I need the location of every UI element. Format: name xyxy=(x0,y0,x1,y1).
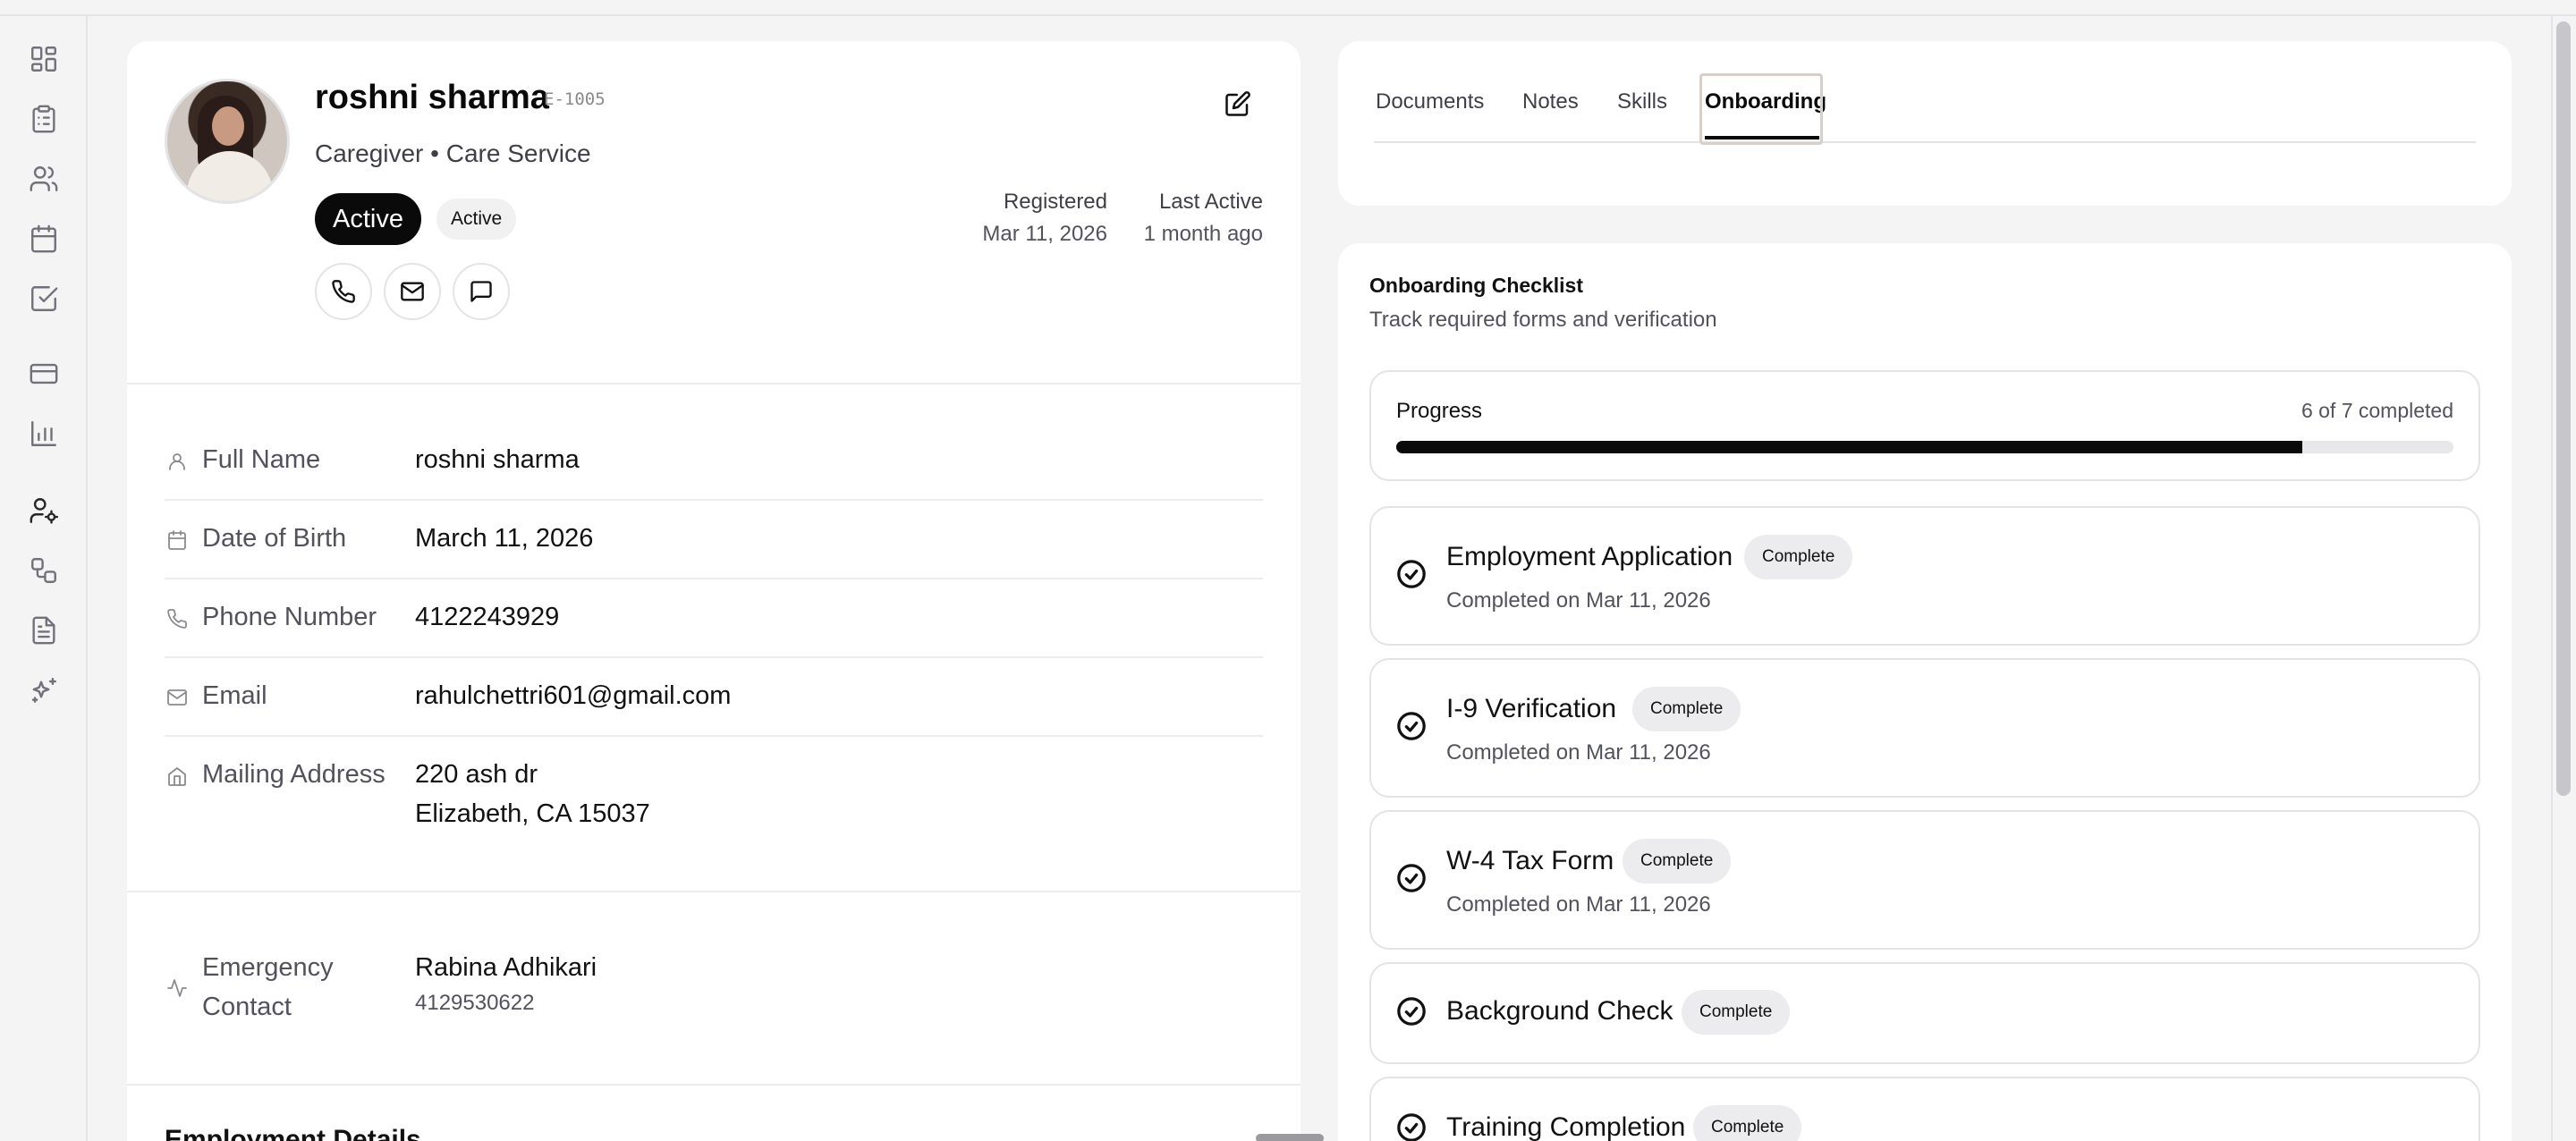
calendar-icon[interactable] xyxy=(26,221,62,257)
emergency-label-line-1: Emergency xyxy=(202,953,334,982)
status-badge: Complete xyxy=(1623,839,1732,883)
registered-value: Mar 11, 2026 xyxy=(982,222,1107,246)
checklist-item[interactable] xyxy=(1369,810,2480,950)
section-divider xyxy=(127,1084,1301,1086)
check-circle-icon xyxy=(1396,996,1427,1027)
last-active-value: 1 month ago xyxy=(1143,222,1263,246)
mail-icon xyxy=(165,685,190,710)
phone-label: Phone Number xyxy=(202,603,377,631)
phone-value: 4122243929 xyxy=(415,603,560,631)
checklist-item[interactable] xyxy=(1369,506,2480,646)
checklist-item-title: Training Completion xyxy=(1446,1112,1686,1141)
check-circle-icon xyxy=(1396,711,1427,741)
document-icon[interactable] xyxy=(26,613,62,648)
users-icon[interactable] xyxy=(26,161,62,197)
row-divider xyxy=(165,735,1263,737)
calendar-icon xyxy=(165,528,190,553)
sidebar xyxy=(0,16,88,1141)
vertical-scrollbar-thumb[interactable] xyxy=(2556,21,2571,796)
status-badge-secondary: Active xyxy=(436,199,517,240)
call-button[interactable] xyxy=(315,263,372,320)
progress-bar xyxy=(1396,441,2453,453)
status-badge-primary: Active xyxy=(315,193,421,245)
tabs-divider xyxy=(1374,141,2476,143)
tab-notes[interactable]: Notes xyxy=(1522,89,1579,114)
dob-label: Date of Birth xyxy=(202,524,347,553)
section-divider xyxy=(127,891,1301,892)
status-badge: Complete xyxy=(1632,687,1741,731)
check-circle-icon xyxy=(1396,559,1427,589)
phone-icon xyxy=(165,606,190,631)
checklist-title: Onboarding Checklist xyxy=(1369,274,1583,297)
employment-details-heading: Employment Details xyxy=(165,1125,421,1141)
checklist-item-title: I-9 Verification xyxy=(1446,694,1617,723)
horizontal-scrollbar-thumb[interactable] xyxy=(1256,1134,1324,1141)
check-circle-icon xyxy=(1396,1112,1427,1141)
checklist-item[interactable] xyxy=(1369,658,2480,798)
tab-focus-ring xyxy=(1699,73,1823,145)
message-button[interactable] xyxy=(453,263,510,320)
row-divider xyxy=(165,499,1263,501)
full-name-label: Full Name xyxy=(202,445,321,474)
address-line-1: 220 ash dr xyxy=(415,760,538,789)
row-divider xyxy=(165,656,1263,658)
emergency-label-line-2: Contact xyxy=(202,993,292,1021)
dob-value: March 11, 2026 xyxy=(415,524,594,553)
avatar xyxy=(165,79,290,204)
activity-icon xyxy=(165,976,190,1001)
check-circle-icon xyxy=(1396,863,1427,893)
emergency-contact-name: Rabina Adhikari xyxy=(415,953,597,982)
emergency-contact-phone: 4129530622 xyxy=(415,991,535,1015)
tabs-card xyxy=(1338,41,2512,206)
full-name-value: roshni sharma xyxy=(415,445,580,474)
clipboard-icon[interactable] xyxy=(26,101,62,137)
dashboard-icon[interactable] xyxy=(26,41,62,77)
user-settings-icon[interactable] xyxy=(26,493,62,528)
last-active-label: Last Active xyxy=(1158,190,1263,214)
sparkles-icon[interactable] xyxy=(26,672,62,708)
edit-icon xyxy=(1225,91,1250,116)
section-divider xyxy=(127,383,1301,385)
top-bar xyxy=(0,0,2576,16)
email-button[interactable] xyxy=(384,263,441,320)
progress-count: 6 of 7 completed xyxy=(2301,399,2453,422)
checklist-item-date: Completed on Mar 11, 2026 xyxy=(1446,740,1711,765)
row-divider xyxy=(165,578,1263,579)
progress-box xyxy=(1369,370,2480,481)
status-badge: Complete xyxy=(1744,535,1853,579)
email-value: rahulchettri601@gmail.com xyxy=(415,681,732,710)
checklist-subtitle: Track required forms and verification xyxy=(1369,308,1717,332)
address-label: Mailing Address xyxy=(202,760,386,789)
checklist-item-date: Completed on Mar 11, 2026 xyxy=(1446,892,1711,917)
checklist-item-date: Completed on Mar 11, 2026 xyxy=(1446,588,1711,613)
progress-bar-fill xyxy=(1396,441,2302,453)
credit-card-icon[interactable] xyxy=(26,356,62,392)
status-badge: Complete xyxy=(1693,1105,1802,1141)
mail-icon xyxy=(401,282,424,301)
message-icon xyxy=(470,281,492,302)
user-icon xyxy=(165,449,190,474)
email-label: Email xyxy=(202,681,267,710)
status-badge: Complete xyxy=(1682,990,1791,1035)
checklist-item-title: Background Check xyxy=(1446,996,1674,1026)
phone-icon xyxy=(332,280,355,303)
tab-skills[interactable]: Skills xyxy=(1617,89,1667,114)
edit-profile-button[interactable] xyxy=(1220,86,1256,122)
checkbox-icon[interactable] xyxy=(26,281,62,317)
registered-label: Registered xyxy=(1003,190,1107,214)
bar-chart-icon[interactable] xyxy=(26,416,62,452)
home-icon xyxy=(165,764,190,789)
tab-documents[interactable]: Documents xyxy=(1376,89,1484,114)
workflow-icon[interactable] xyxy=(26,553,62,588)
address-line-2: Elizabeth, CA 15037 xyxy=(415,799,650,828)
progress-label: Progress xyxy=(1396,399,1483,423)
checklist-item-title: Employment Application xyxy=(1446,542,1733,571)
checklist-item-title: W-4 Tax Form xyxy=(1446,846,1614,875)
employee-id: E-1005 xyxy=(544,89,606,109)
profile-role: Caregiver • Care Service xyxy=(315,139,591,167)
profile-name: roshni sharma xyxy=(315,79,549,116)
